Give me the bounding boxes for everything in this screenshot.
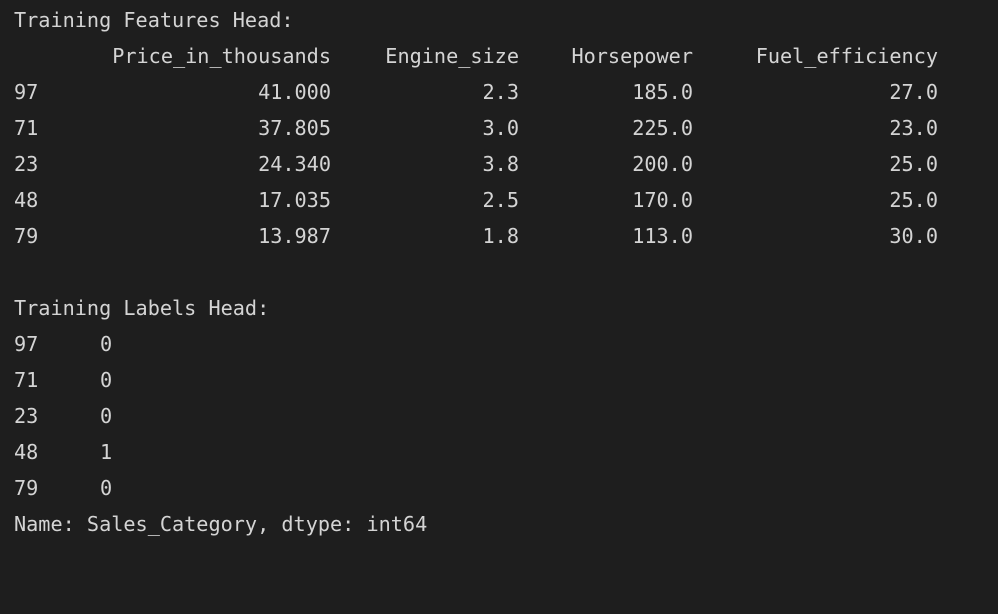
fuel-efficiency-cell: 25.0 [889,188,938,212]
label-value: 0 [100,476,113,500]
series-footer: Name: Sales_Category, dtype: int64 [14,512,428,536]
labels-heading: Training Labels Head: [14,296,270,320]
row-index: 48 [14,440,39,464]
fuel-efficiency-cell: 23.0 [889,116,938,140]
label-row: 71 0 [14,362,427,398]
fuel-efficiency-cell: 25.0 [889,152,938,176]
label-value: 0 [100,368,113,392]
label-row: 97 0 [14,326,427,362]
table-row: 97 41.000 2.3 185.0 27.0 [14,74,938,110]
row-index: 79 [14,476,39,500]
table-row: 48 17.035 2.5 170.0 25.0 [14,182,938,218]
label-value: 0 [100,404,113,428]
table-row: 23 24.340 3.8 200.0 25.0 [14,146,938,182]
label-row: 79 0 [14,470,427,506]
features-heading: Training Features Head: [14,8,294,32]
row-index: 97 [14,332,39,356]
terminal-output: Training Features Head: Price_in_thousan… [14,2,938,542]
features-header-row: Price_in_thousands Engine_size Horsepowe… [14,38,938,74]
label-value: 1 [100,440,113,464]
fuel-efficiency-cell: 30.0 [889,224,938,248]
table-row: 71 37.805 3.0 225.0 23.0 [14,110,938,146]
label-row: 48 1 [14,434,427,470]
table-row: 79 13.987 1.8 113.0 30.0 [14,218,938,254]
fuel-efficiency-cell: 27.0 [889,80,938,104]
column-header-fuel-efficiency: Fuel_efficiency [755,44,938,68]
row-index: 23 [14,404,39,428]
label-value: 0 [100,332,113,356]
label-row: 23 0 [14,398,427,434]
row-index: 71 [14,368,39,392]
